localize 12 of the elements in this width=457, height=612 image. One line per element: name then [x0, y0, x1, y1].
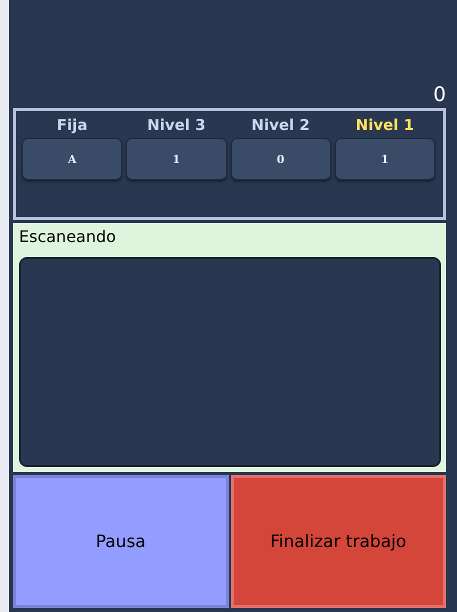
finish-button[interactable]: Finalizar trabajo [230, 475, 446, 608]
level-label: Fija [56, 116, 88, 136]
level-button[interactable]: A [22, 138, 122, 180]
level-label: Nivel 1 [356, 116, 414, 136]
level-button[interactable]: 1 [126, 138, 226, 180]
counter-value: 0 [433, 82, 446, 106]
level-label: Nivel 3 [147, 116, 206, 136]
pause-button[interactable]: Pausa [13, 475, 228, 608]
level-button[interactable]: 0 [230, 138, 331, 180]
level-label: Nivel 2 [251, 116, 310, 136]
scan-title: Escaneando [19, 226, 117, 248]
level-button[interactable]: 1 [334, 138, 435, 180]
